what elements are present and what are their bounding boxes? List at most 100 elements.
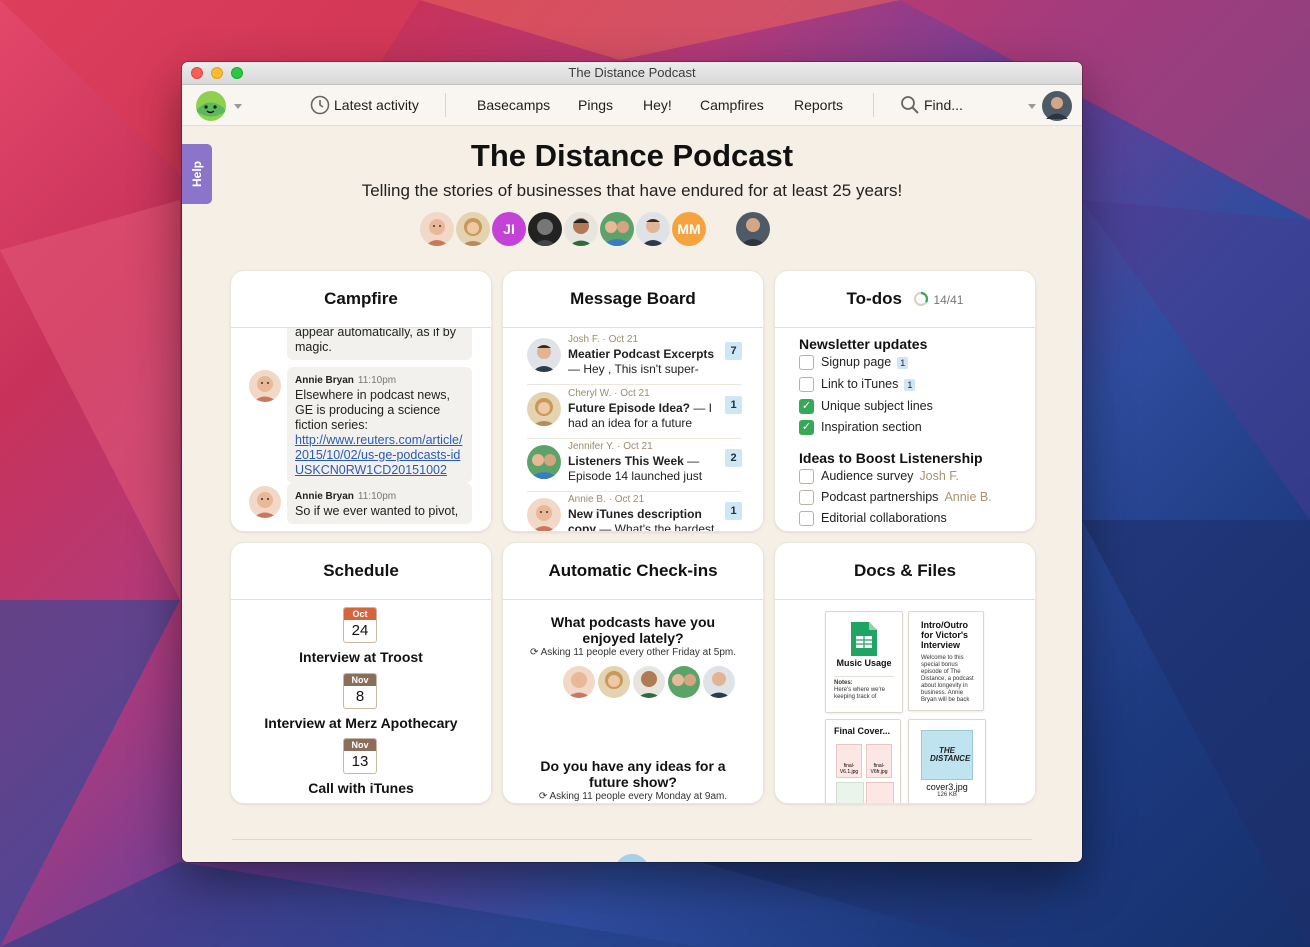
todo-item[interactable]: Podcast partnerships Annie B. <box>799 489 992 509</box>
todos-progress: 14/41 <box>933 293 964 307</box>
schedule-card[interactable]: Schedule Oct 24 Interview at Troost Nov 8 … <box>230 542 492 804</box>
campfire-body: appear automatically, as if by magic. An… <box>231 328 491 531</box>
avatar-face <box>532 398 556 426</box>
checkin-question[interactable]: What podcasts have you enjoyed lately? <box>523 614 743 646</box>
nav-reports[interactable]: Reports <box>794 85 843 125</box>
checkin-question[interactable]: Do you have any ideas for a future show? <box>523 758 743 790</box>
calendar-day: 13 <box>351 753 369 770</box>
schedule-event[interactable]: Call with iTunes <box>231 780 491 796</box>
todo-item[interactable]: Link to iTunes 1 <box>799 376 916 396</box>
zoom-button[interactable] <box>231 67 243 79</box>
person-avatar[interactable] <box>736 212 770 246</box>
todo-assignee: Josh F. <box>919 469 960 483</box>
calendar-month: Nov <box>344 674 376 686</box>
avatar-face <box>533 219 557 246</box>
avatar-face <box>602 221 632 246</box>
message-row[interactable]: Cheryl W. · Oct 21 Future Episode Idea? —… <box>527 386 742 439</box>
minimize-button[interactable] <box>211 67 223 79</box>
todo-checkbox-checked[interactable]: ✓ <box>799 399 814 415</box>
person-avatar[interactable] <box>456 212 490 246</box>
nav-basecamps[interactable]: Basecamps <box>477 85 550 125</box>
person-avatar[interactable] <box>420 212 454 246</box>
chat-author: Annie Bryan <box>295 375 354 386</box>
doc-tile[interactable]: Final Cover... final-V6.1.jpg final-V6fr… <box>825 719 901 803</box>
chat-bubble: Annie Bryan 11:10pm Elsewhere in podcast … <box>287 367 472 483</box>
todo-assignee: Annie B. <box>944 490 992 504</box>
home-logo-button[interactable] <box>194 85 242 125</box>
person-avatar[interactable] <box>564 212 598 246</box>
message-title: Meatier Podcast Excerpts <box>568 347 715 361</box>
comment-count-badge: 1 <box>904 379 916 391</box>
person-avatar-jl[interactable]: JI <box>492 212 526 246</box>
checkins-title[interactable]: Automatic Check-ins <box>503 543 763 600</box>
message-excerpt: — What's the hardest <box>596 522 715 531</box>
message-meta: Cheryl W. · Oct 21 <box>568 388 650 399</box>
message-text: Annie B. · Oct 21 New iTunes description … <box>568 492 718 531</box>
account-menu[interactable] <box>1028 85 1072 125</box>
nav-pings[interactable]: Pings <box>578 85 613 125</box>
latest-activity-link[interactable]: Latest activity <box>310 85 419 125</box>
chat-time: 11:10pm <box>357 375 397 386</box>
chat-bubble: appear automatically, as if by magic. <box>287 328 472 360</box>
message-board-card[interactable]: Message Board Josh F. · Oct 21 Meatier Po… <box>502 270 764 532</box>
checkins-card[interactable]: Automatic Check-ins What podcasts have y… <box>502 542 764 804</box>
project-title: The Distance Podcast <box>470 138 794 173</box>
message-row[interactable]: Jennifer Y. · Oct 21 Listeners This Week … <box>527 439 742 492</box>
todo-checkbox[interactable] <box>799 511 814 527</box>
message-meta: Jennifer Y. · Oct 21 <box>568 441 653 452</box>
schedule-event[interactable]: Interview at Merz Apothecary <box>231 715 491 731</box>
person-avatar-mm[interactable]: MM <box>672 212 706 246</box>
todo-item[interactable]: Audience survey Josh F. <box>799 468 959 488</box>
image-thumb <box>836 782 864 803</box>
todo-checkbox[interactable] <box>799 469 814 485</box>
scroll-indicator <box>615 854 649 862</box>
todo-item[interactable]: ✓ Unique subject lines <box>799 398 933 418</box>
todo-list-title[interactable]: Ideas to Boost Listenership <box>799 450 983 466</box>
message-excerpt: — Hey , This isn't super- <box>568 362 699 376</box>
file-tile[interactable]: THE DISTANCE cover3.jpg 126 KB <box>908 719 986 803</box>
message-row[interactable]: Josh F. · Oct 21 Meatier Podcast Excerpts… <box>527 332 742 385</box>
repeat-icon: ⟳ <box>529 647 541 658</box>
todos-header[interactable]: To-dos 14/41 <box>775 271 1035 328</box>
docs-files-title[interactable]: Docs & Files <box>775 543 1035 600</box>
person-avatar[interactable] <box>636 212 670 246</box>
message-board-title[interactable]: Message Board <box>503 271 763 328</box>
chat-author: Annie Bryan <box>295 491 354 502</box>
schedule-title[interactable]: Schedule <box>231 543 491 600</box>
schedule-event[interactable]: Interview at Troost <box>231 649 491 665</box>
todo-item[interactable]: Signup page 1 <box>799 354 909 374</box>
person-avatar <box>668 666 700 698</box>
image-thumb: THE DISTANCE <box>921 730 973 780</box>
person-avatar <box>563 666 595 698</box>
nav-campfires[interactable]: Campfires <box>700 85 764 125</box>
doc-tile[interactable]: Music Usage Notes: Here's where we're ke… <box>825 611 903 713</box>
message-text: Josh F. · Oct 21 Meatier Podcast Excerpts… <box>568 332 718 377</box>
todos-card[interactable]: To-dos 14/41 Newsletter updates Signup p… <box>774 270 1036 532</box>
person-avatar <box>703 666 735 698</box>
campfire-title[interactable]: Campfire <box>231 271 491 328</box>
message-row[interactable]: Annie B. · Oct 21 New iTunes description … <box>527 492 742 531</box>
close-button[interactable] <box>191 67 203 79</box>
find-label: Find... <box>924 97 963 113</box>
find-button[interactable]: Find... <box>900 85 963 125</box>
calendar-date-icon: Oct 24 <box>343 607 377 643</box>
chat-link[interactable]: http://www.reuters.com/article/2015/10/0… <box>295 433 464 478</box>
person-avatar[interactable] <box>528 212 562 246</box>
todo-checkbox[interactable] <box>799 377 814 393</box>
avatar <box>527 498 561 531</box>
todo-list-title[interactable]: Newsletter updates <box>799 336 927 352</box>
clock-icon <box>310 95 330 115</box>
docs-files-card[interactable]: Docs & Files Music Usage Notes: Here's w… <box>774 542 1036 804</box>
todo-checkbox-checked[interactable]: ✓ <box>799 420 814 436</box>
person-avatar <box>598 666 630 698</box>
campfire-card[interactable]: Campfire appear automatically, as if by … <box>230 270 492 532</box>
message-board-body: Josh F. · Oct 21 Meatier Podcast Excerpts… <box>503 328 763 531</box>
doc-tile[interactable]: Intro/Outro for Victor's Interview Welco… <box>908 611 984 711</box>
nav-hey[interactable]: Hey! <box>643 85 672 125</box>
todo-item[interactable]: ✓ Inspiration section <box>799 419 922 439</box>
todo-checkbox[interactable] <box>799 355 814 371</box>
todo-checkbox[interactable] <box>799 490 814 506</box>
todo-item[interactable]: Editorial collaborations <box>799 510 947 530</box>
calendar-date-icon: Nov 8 <box>343 673 377 709</box>
person-avatar[interactable] <box>600 212 634 246</box>
